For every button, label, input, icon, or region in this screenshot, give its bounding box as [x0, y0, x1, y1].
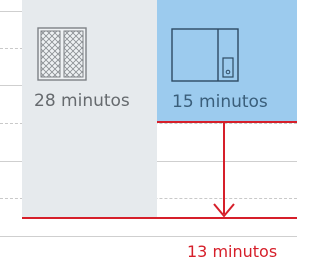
comparison-diagram: 28 minutos 15 minutos 13 minutos: [0, 0, 297, 262]
time-saved-label: 13 minutos: [187, 242, 278, 261]
cabinet-with-handle-icon: [171, 28, 239, 82]
baseline-time-line: [22, 217, 297, 219]
option-time-label: 28 minutos: [34, 91, 130, 111]
grid-line: [0, 236, 297, 237]
option-time-label: 15 minutos: [172, 92, 268, 112]
down-arrow-icon: [213, 122, 235, 218]
double-door-grid-icon: [37, 27, 87, 81]
